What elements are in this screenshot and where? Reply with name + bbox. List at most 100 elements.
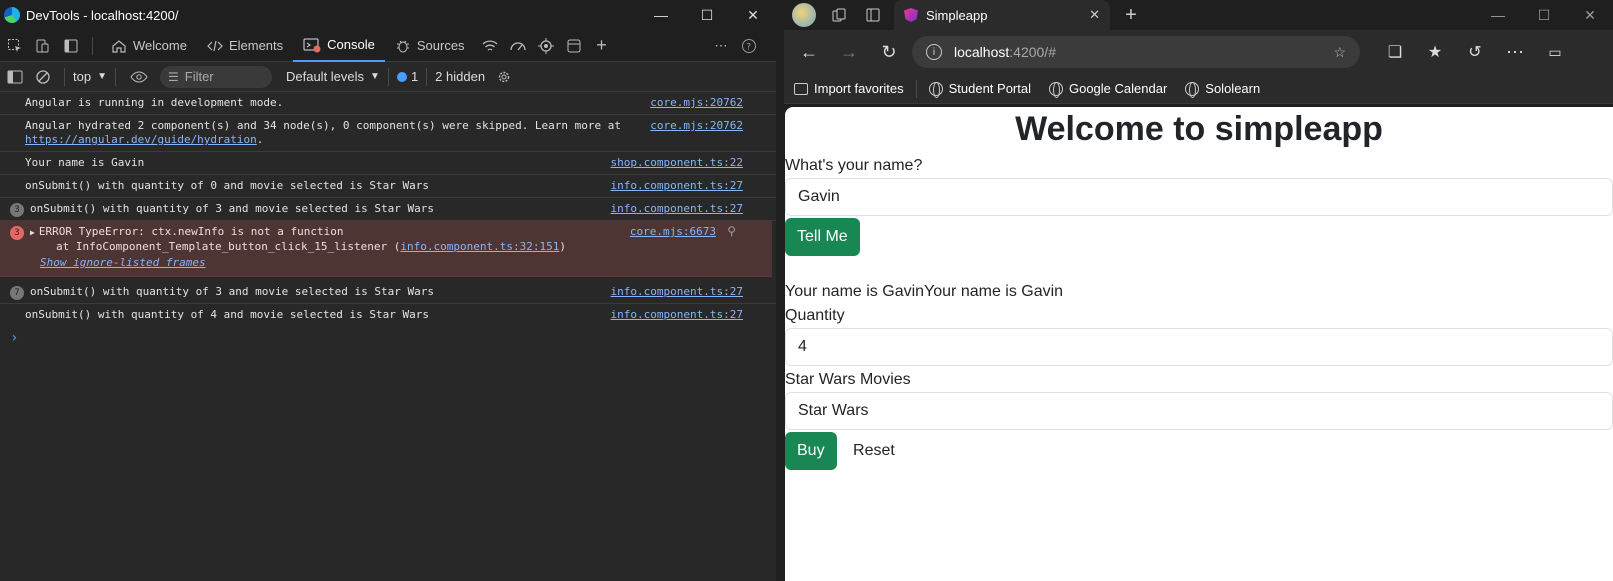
reset-button[interactable]: Reset (841, 432, 907, 470)
source-link[interactable]: shop.component.ts:22 (611, 156, 743, 170)
new-tab-icon[interactable]: + (1118, 2, 1144, 28)
refresh-icon[interactable]: ↻ (872, 35, 906, 69)
close-tab-icon[interactable]: ✕ (1089, 7, 1100, 23)
favorite-label: Import favorites (814, 81, 904, 96)
context-select[interactable]: top ▼ (73, 69, 107, 84)
message-text: Your name is Gavin (25, 156, 145, 169)
drawer-toggle-icon[interactable] (58, 33, 84, 59)
quantity-input[interactable]: 4 (785, 328, 1613, 366)
console-message: Your name is Gavin shop.component.ts:22 (0, 152, 776, 175)
name-input[interactable]: Gavin (785, 178, 1613, 216)
memory-chip-icon[interactable] (533, 33, 559, 59)
profile-avatar[interactable] (792, 3, 816, 27)
repeat-count-badge: 3 (10, 203, 24, 217)
application-icon[interactable] (561, 33, 587, 59)
message-text: onSubmit() with quantity of 3 and movie … (30, 202, 434, 215)
divider (92, 36, 93, 55)
link-suffix: . (256, 133, 264, 146)
back-arrow-icon[interactable]: ← (792, 35, 826, 69)
globe-icon (1185, 81, 1200, 98)
favorites-icon[interactable]: ★ (1418, 35, 1452, 69)
console-log: Angular is running in development mode. … (0, 92, 776, 350)
site-info-icon[interactable]: i (926, 44, 942, 60)
divider (114, 67, 116, 86)
source-link[interactable]: core.mjs:20762 (650, 96, 743, 110)
show-ignore-listed-frames-link[interactable]: Show ignore-listed frames (40, 256, 206, 269)
clear-console-icon[interactable] (30, 64, 56, 90)
close-window-icon[interactable]: ✕ (1567, 0, 1613, 30)
globe-icon (928, 81, 943, 98)
favorite-star-icon[interactable]: ☆ (1333, 44, 1346, 61)
network-wifi-icon[interactable] (477, 33, 503, 59)
favorite-import-favorites[interactable]: Import favorites (794, 81, 904, 96)
favorite-student-portal[interactable]: Student Portal (928, 81, 1031, 98)
inspect-icon[interactable] (2, 33, 28, 59)
default-levels-dropdown[interactable]: Default levels ▼ (286, 69, 380, 84)
message-text: Angular is running in development mode. (25, 96, 284, 109)
address-bar[interactable]: i localhost:4200/# ☆ (912, 36, 1360, 68)
console-message: onSubmit() with quantity of 4 and movie … (0, 304, 776, 326)
add-tab-icon[interactable]: + (589, 33, 615, 59)
console-prompt-chevron-icon[interactable]: › (0, 326, 776, 350)
issues-badge[interactable]: 1 (396, 69, 418, 84)
page-heading: Welcome to simpleapp (1015, 110, 1383, 148)
source-link[interactable]: core.mjs:20762 (650, 119, 743, 133)
sidebar-panel-icon[interactable]: ▭ (1538, 35, 1572, 69)
console-message: 7 onSubmit() with quantity of 3 and movi… (0, 281, 776, 304)
context-value: top (73, 69, 92, 84)
source-link[interactable]: core.mjs:6673 (630, 225, 716, 239)
browser-toolbar: ← → ↻ i localhost:4200/# ☆ ❏ ★ ↺ ⋯ ▭ (784, 30, 1613, 74)
browser-tabstrip: Simpleapp ✕ + — ☐ ✕ (784, 0, 1613, 30)
tell-me-button[interactable]: Tell Me (785, 218, 860, 256)
forward-arrow-icon[interactable]: → (832, 35, 866, 69)
quantity-label: Quantity (785, 307, 845, 324)
tab-welcome-label: Welcome (133, 38, 187, 53)
source-link[interactable]: info.component.ts:27 (611, 202, 743, 216)
favorite-sololearn[interactable]: Sololearn (1185, 81, 1261, 98)
tab-console-label: Console (327, 37, 375, 52)
minimize-icon[interactable]: — (638, 0, 684, 30)
filter-placeholder: Filter (184, 69, 214, 84)
close-icon[interactable]: ✕ (730, 0, 776, 30)
home-icon (112, 39, 126, 53)
console-filter-bar: top ▼ ☰ Filter Default levels ▼ 1 2 hidd… (0, 62, 776, 92)
filter-input[interactable]: ☰ Filter (159, 65, 272, 88)
maximize-icon[interactable]: ☐ (684, 0, 730, 30)
name-label: What's your name? (785, 157, 923, 174)
tab-welcome[interactable]: Welcome (101, 30, 197, 62)
hydration-link[interactable]: https://angular.dev/guide/hydration (25, 133, 257, 146)
globe-icon (1048, 81, 1063, 98)
maximize-icon[interactable]: ☐ (1521, 0, 1567, 30)
more-options-icon[interactable]: ⋯ (708, 33, 734, 59)
divider (915, 79, 917, 98)
search-icon[interactable]: ⚲ (727, 224, 736, 238)
source-link[interactable]: info.component.ts:27 (611, 179, 743, 193)
buy-button[interactable]: Buy (785, 432, 837, 470)
browser-tab-simpleapp[interactable]: Simpleapp ✕ (894, 0, 1110, 30)
more-menu-icon[interactable]: ⋯ (1498, 35, 1532, 69)
expand-triangle-icon[interactable]: ▶ (30, 228, 35, 237)
tab-console[interactable]: Console (293, 30, 385, 62)
sidebar-toggle-icon[interactable] (2, 64, 28, 90)
favorite-label: Sololearn (1205, 81, 1261, 96)
tab-elements[interactable]: Elements (197, 30, 293, 62)
performance-gauge-icon[interactable] (505, 33, 531, 59)
error-location-link[interactable]: info.component.ts:32:151 (400, 240, 559, 253)
settings-gear-icon[interactable] (491, 64, 517, 90)
help-icon[interactable]: ? (736, 33, 762, 59)
favorite-google-calendar[interactable]: Google Calendar (1048, 81, 1167, 98)
device-toolbar-icon[interactable] (30, 33, 56, 59)
movie-select[interactable]: Star Wars (785, 392, 1613, 430)
tab-sources[interactable]: Sources (385, 30, 475, 62)
extensions-icon[interactable]: ❏ (1378, 35, 1412, 69)
devtools-window: DevTools - localhost:4200/ — ☐ ✕ Welcome (0, 0, 776, 581)
source-link[interactable]: info.component.ts:27 (611, 285, 743, 299)
live-expression-eye-icon[interactable] (126, 64, 152, 90)
workspaces-icon[interactable] (826, 2, 852, 28)
minimize-icon[interactable]: — (1475, 0, 1521, 30)
vertical-tabs-icon[interactable] (860, 2, 886, 28)
url-host: localhost (954, 44, 1010, 60)
history-icon[interactable]: ↺ (1458, 35, 1492, 69)
favorites-bar: Import favorites Student Portal Google C… (784, 74, 1613, 104)
source-link[interactable]: info.component.ts:27 (611, 308, 743, 322)
